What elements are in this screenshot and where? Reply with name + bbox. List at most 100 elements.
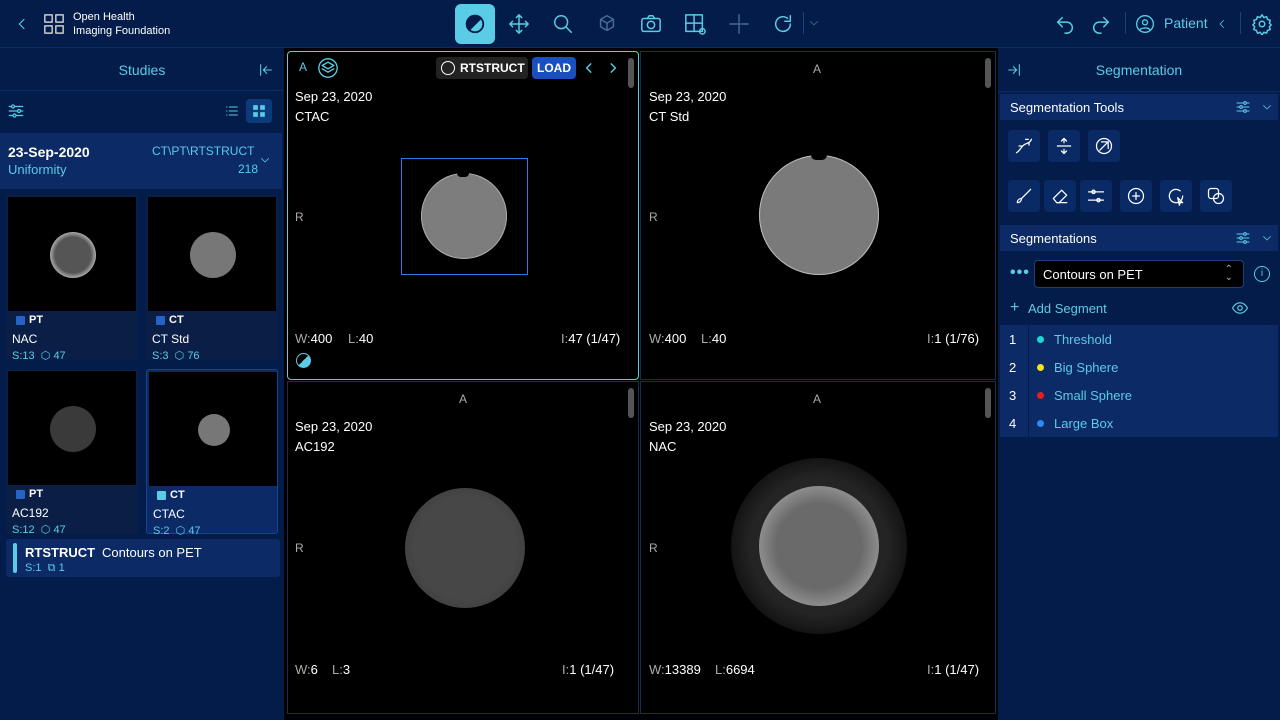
- segment-number: 4: [1009, 416, 1017, 431]
- segmentation-tools-header[interactable]: Segmentation Tools: [1000, 94, 1278, 120]
- zoom-icon[interactable]: [550, 11, 576, 37]
- image-index-overlay: I:1 (1/76): [927, 331, 980, 346]
- prev-chevron-icon[interactable]: [580, 59, 598, 77]
- redo-icon[interactable]: [1088, 11, 1114, 37]
- viewport-scrollbar[interactable]: [628, 58, 634, 88]
- viewport-scrollbar[interactable]: [985, 58, 991, 88]
- interpolate-tool-icon[interactable]: [1008, 130, 1040, 162]
- segment-bidirectional-icon[interactable]: [1088, 130, 1120, 162]
- select-updown-icon: ⌃ ⌄: [1224, 264, 1233, 283]
- window-width-overlay: W:400: [649, 331, 687, 346]
- region-segment-icon[interactable]: [1160, 180, 1192, 212]
- rtstruct-series-item[interactable]: RTSTRUCT Contours on PET S:1 ⧉ 1: [6, 539, 280, 577]
- reset-icon[interactable]: [770, 11, 796, 37]
- study-date: 23-Sep-2020: [8, 144, 90, 160]
- series-thumbnail-ctac[interactable]: CT CTAC S:2 ⬡ 47: [146, 369, 278, 537]
- study-card[interactable]: 23-Sep-2020 Uniformity CT\PT\RTSTRUCT 21…: [0, 133, 282, 189]
- window-width-overlay: W:6: [295, 662, 318, 677]
- segment-color-swatch: [1037, 420, 1044, 427]
- visibility-eye-icon[interactable]: [1230, 299, 1250, 317]
- segment-row-large-box[interactable]: 4 Large Box: [1000, 409, 1278, 437]
- window-level-button[interactable]: [455, 4, 495, 44]
- patient-icon[interactable]: [1134, 13, 1156, 35]
- add-segment-button[interactable]: Add Segment: [1028, 301, 1107, 316]
- segmentations-chevron-down-icon[interactable]: [1260, 231, 1274, 245]
- segmentation-panel: Segmentation Segmentation Tools Segmenta…: [998, 48, 1280, 720]
- undo-icon[interactable]: [1052, 11, 1078, 37]
- studies-header: Studies: [0, 48, 284, 91]
- segment-row-big-sphere[interactable]: 2 Big Sphere: [1000, 353, 1278, 381]
- region-grow-icon[interactable]: [1200, 180, 1232, 212]
- segmentation-tools-title: Segmentation Tools: [1010, 100, 1124, 115]
- org-line-2: Imaging Foundation: [73, 25, 171, 37]
- layout-icon[interactable]: [680, 11, 710, 37]
- crosshair-icon[interactable]: [726, 11, 752, 37]
- viewport-nac[interactable]: A Sep 23, 2020 NAC R W:13389 L:6694 I:1 …: [640, 381, 996, 714]
- viewport-grid: A RTSTRUCT LOAD Sep 23, 2020 CTAC R W:40…: [286, 50, 996, 714]
- window-width-overlay: W:13389: [649, 662, 701, 677]
- grid-view-icon[interactable]: [246, 99, 272, 123]
- thumbnail-image: [8, 371, 136, 485]
- orientation-left: R: [649, 541, 658, 555]
- more-tools-chevron-icon[interactable]: [806, 15, 822, 31]
- toolbar-divider: [803, 12, 804, 34]
- patient-label[interactable]: Patient: [1164, 15, 1208, 31]
- segmentation-title: Segmentation: [1095, 62, 1183, 78]
- series-meta: S:2 ⬡ 47: [153, 525, 201, 537]
- viewport-ct-std[interactable]: A Sep 23, 2020 CT Std R W:400 L:40 I:1 (…: [640, 51, 996, 380]
- layers-icon[interactable]: [316, 56, 340, 80]
- window-level-overlay: L:40: [701, 331, 727, 346]
- segment-row-small-sphere[interactable]: 3 Small Sphere: [1000, 381, 1278, 409]
- pan-icon[interactable]: [506, 11, 532, 37]
- 3d-rotate-icon[interactable]: [594, 11, 620, 37]
- series-description: CT Std: [152, 332, 190, 346]
- segment-color-swatch: [1037, 392, 1044, 399]
- rtstruct-name: Contours on PET: [102, 545, 202, 560]
- info-icon[interactable]: i: [1254, 266, 1270, 282]
- list-view-icon[interactable]: [220, 99, 244, 123]
- shape-tool-icon[interactable]: [1120, 180, 1152, 212]
- more-options-icon[interactable]: •••: [1010, 264, 1030, 282]
- patient-chevron-icon[interactable]: [1214, 16, 1230, 32]
- instances-icon: ⬡: [174, 350, 185, 362]
- viewport-scrollbar[interactable]: [985, 388, 991, 418]
- phantom-image: [759, 155, 879, 275]
- segmentations-settings-icon[interactable]: [1234, 229, 1252, 247]
- back-chevron-icon[interactable]: [12, 14, 32, 34]
- segment-name: Small Sphere: [1054, 388, 1133, 403]
- viewport-ctac[interactable]: A RTSTRUCT LOAD Sep 23, 2020 CTAC R W:40…: [287, 51, 639, 380]
- study-chevron-down-icon[interactable]: [258, 153, 272, 167]
- series-thumbnail-ct-std[interactable]: CT CT Std S:3 ⬡ 76: [146, 195, 278, 362]
- segment-row-threshold[interactable]: 1 Threshold: [1000, 325, 1278, 353]
- series-name-overlay: CTAC: [295, 109, 330, 124]
- eraser-tool-icon[interactable]: [1044, 180, 1076, 212]
- load-button[interactable]: LOAD: [532, 57, 576, 79]
- series-description: NAC: [12, 332, 38, 346]
- series-thumbnail-ac192[interactable]: PT AC192 S:12 ⬡ 47: [6, 369, 138, 536]
- series-thumbnail-nac[interactable]: PT NAC S:13 ⬡ 47: [6, 195, 138, 362]
- tools-settings-icon[interactable]: [1234, 98, 1252, 116]
- instances-icon: ⬡: [40, 350, 51, 362]
- segmentation-select[interactable]: Contours on PET ⌃ ⌄: [1034, 260, 1244, 288]
- collapse-panel-icon[interactable]: [256, 60, 276, 80]
- next-chevron-icon[interactable]: [604, 59, 622, 77]
- series-meta: S:3 ⬡ 76: [152, 350, 200, 362]
- image-index-overlay: I:1 (1/47): [927, 662, 980, 677]
- modality-badge: CT: [157, 489, 185, 501]
- segmentations-header[interactable]: Segmentations: [1000, 225, 1278, 251]
- viewport-ac192[interactable]: A Sep 23, 2020 AC192 R W:6 L:3 I:1 (1/47…: [287, 381, 639, 714]
- brush-tool-icon[interactable]: [1008, 180, 1040, 212]
- capture-icon[interactable]: [638, 11, 664, 37]
- viewport-mode-icon[interactable]: A: [292, 56, 314, 78]
- instances-icon: ⬡: [175, 525, 186, 537]
- segment-label-tool-icon[interactable]: [1048, 130, 1080, 162]
- filter-settings-icon[interactable]: [6, 101, 26, 121]
- threshold-tool-icon[interactable]: [1080, 180, 1112, 212]
- rtstruct-overlay-chip[interactable]: RTSTRUCT: [436, 57, 528, 79]
- tools-chevron-down-icon[interactable]: [1260, 100, 1274, 114]
- window-level-overlay: L:40: [348, 331, 374, 346]
- settings-gear-icon[interactable]: [1250, 12, 1274, 36]
- segment-name: Big Sphere: [1054, 360, 1119, 375]
- add-segment-plus-icon[interactable]: +: [1010, 299, 1019, 317]
- viewport-scrollbar[interactable]: [628, 388, 634, 418]
